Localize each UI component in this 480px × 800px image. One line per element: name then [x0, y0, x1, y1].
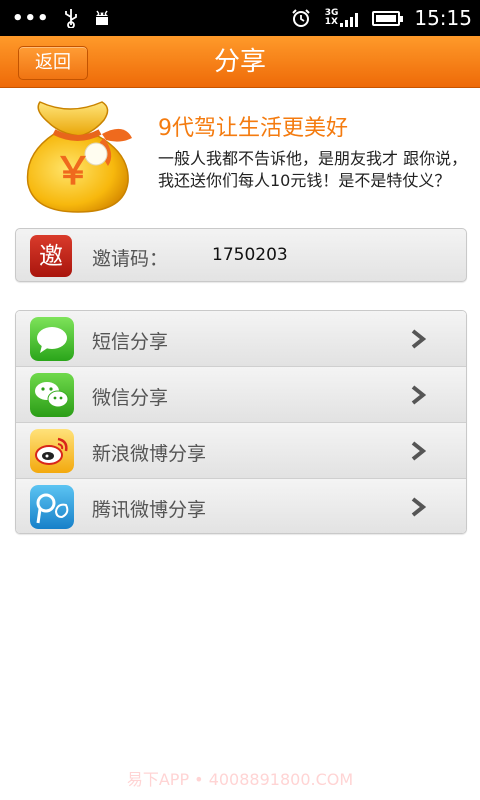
- usb-icon: [64, 9, 77, 28]
- share-label-sina-weibo: 新浪微博分享: [92, 443, 207, 465]
- share-list: 短信分享 微信分享 新浪微博分享 腾讯微博分享: [15, 310, 467, 534]
- invite-icon: 邀: [30, 235, 72, 277]
- bag-symbol: ￥: [54, 149, 92, 193]
- watermark: 易下APP • 4008891800.COM: [126, 770, 354, 789]
- status-right: 3G 1X 15:15: [291, 6, 472, 30]
- invite-code-value: 1750203: [212, 245, 288, 265]
- promo-description: 一般人我都不告诉他，是朋友我才 跟你说，我还送你们每人10元钱！是不是特仗义？: [158, 149, 468, 190]
- share-item-tencent-weibo[interactable]: 腾讯微博分享: [16, 479, 466, 533]
- android-debug-icon: [95, 10, 108, 25]
- promo-title: 9代驾让生活更美好: [158, 116, 348, 141]
- share-label-tencent-weibo: 腾讯微博分享: [92, 499, 207, 521]
- alarm-icon: [291, 9, 310, 27]
- share-item-wechat[interactable]: 微信分享: [16, 367, 466, 423]
- back-button[interactable]: 返回: [18, 46, 88, 80]
- notification-dots: •••: [12, 7, 50, 29]
- share-item-sina-weibo[interactable]: 新浪微博分享: [16, 423, 466, 479]
- invite-code-row: 邀 邀请码： 1750203: [15, 228, 467, 282]
- promo-section: ￥ 9代驾让生活更美好 一般人我都不告诉他，是朋友我才 跟你说，我还送你们每人1…: [0, 88, 480, 220]
- signal-icon: [340, 11, 359, 27]
- chevron-right-icon: [411, 497, 426, 517]
- share-label-sms: 短信分享: [92, 331, 169, 353]
- wechat-icon: [30, 373, 74, 417]
- chevron-right-icon: [411, 385, 426, 405]
- status-bar: ••• 3G 1X 15:15: [0, 0, 480, 36]
- share-label-wechat: 微信分享: [92, 387, 169, 409]
- share-item-sms[interactable]: 短信分享: [16, 311, 466, 367]
- clock: 15:15: [414, 6, 472, 30]
- network-type-bottom: 1X: [324, 17, 338, 27]
- money-bag-icon: ￥: [26, 101, 132, 213]
- sms-icon: [30, 317, 74, 361]
- chevron-right-icon: [411, 441, 426, 461]
- invite-label: 邀请码：: [92, 248, 169, 270]
- status-left: •••: [12, 8, 112, 29]
- tencent-weibo-icon: [30, 485, 74, 529]
- sina-weibo-icon: [30, 429, 74, 473]
- chevron-right-icon: [411, 329, 426, 349]
- battery-icon: [372, 10, 404, 26]
- title-bar: 分享 返回: [0, 36, 480, 88]
- network-indicator: 3G 1X: [325, 9, 359, 27]
